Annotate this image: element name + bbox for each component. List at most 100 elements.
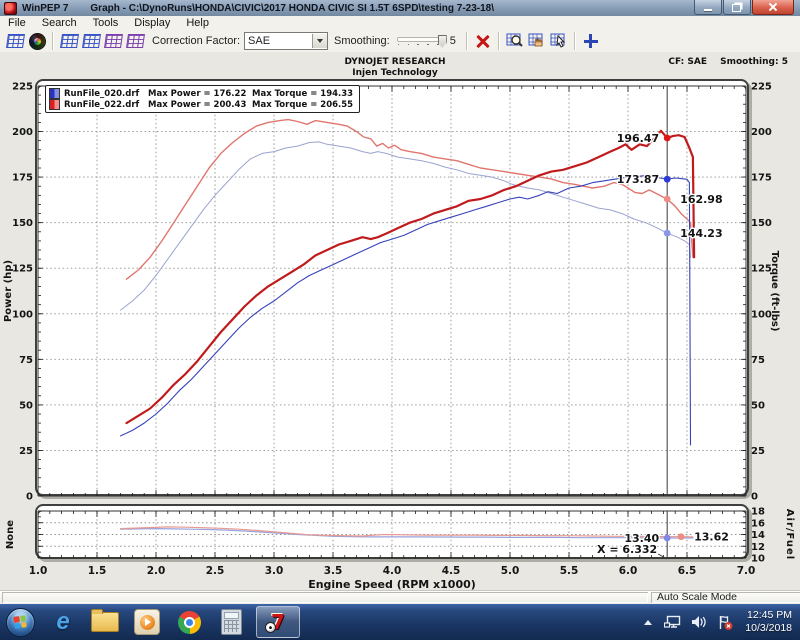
svg-text:125: 125 bbox=[12, 264, 33, 275]
svg-text:100: 100 bbox=[751, 309, 772, 320]
svg-text:225: 225 bbox=[12, 82, 33, 93]
svg-text:3.5: 3.5 bbox=[324, 565, 343, 577]
network-icon[interactable] bbox=[664, 615, 681, 629]
svg-text:10: 10 bbox=[751, 554, 765, 565]
new-graph-button[interactable] bbox=[58, 31, 80, 51]
status-panel-empty bbox=[2, 592, 648, 603]
menu-display[interactable]: Display bbox=[126, 16, 178, 30]
svg-text:225: 225 bbox=[751, 82, 772, 93]
svg-text:2.5: 2.5 bbox=[206, 565, 225, 577]
crosshair-cursor-button[interactable] bbox=[580, 31, 602, 51]
svg-text:5.0: 5.0 bbox=[501, 565, 520, 577]
svg-text:12: 12 bbox=[751, 542, 765, 553]
minimize-icon bbox=[704, 9, 712, 11]
svg-text:4.0: 4.0 bbox=[383, 565, 402, 577]
taskbar-calculator[interactable] bbox=[213, 607, 249, 637]
color-sphere-icon bbox=[29, 33, 46, 50]
legend-row-run022: RunFile_022.drf Max Power = 200.43 Max T… bbox=[49, 99, 353, 110]
dyno-header-line2: Injen Technology bbox=[0, 68, 790, 78]
air-fuel-chart[interactable] bbox=[35, 504, 749, 559]
combo-drop-button[interactable] bbox=[312, 34, 327, 48]
taskbar-media-player[interactable] bbox=[129, 607, 165, 637]
select-graph-button[interactable] bbox=[548, 31, 570, 51]
status-bar: Auto Scale Mode bbox=[0, 590, 800, 605]
tray-expand-icon[interactable] bbox=[644, 620, 652, 625]
power-torque-chart[interactable] bbox=[35, 79, 749, 496]
multi-graph-button[interactable] bbox=[124, 31, 146, 51]
internet-explorer-icon: e bbox=[56, 611, 69, 633]
clock-date: 10/3/2018 bbox=[745, 622, 792, 635]
taskbar-winpep-active[interactable]: 7 bbox=[256, 606, 300, 638]
svg-text:0: 0 bbox=[26, 492, 33, 503]
graph-multi-icon bbox=[126, 34, 145, 48]
toolbar-separator bbox=[498, 32, 500, 50]
svg-text:100: 100 bbox=[12, 309, 33, 320]
compare-graph-button[interactable] bbox=[102, 31, 124, 51]
zoom-graph-icon bbox=[506, 33, 524, 49]
menu-tools[interactable]: Tools bbox=[85, 16, 127, 30]
legend-swatch-1 bbox=[49, 99, 60, 110]
menu-file[interactable]: File bbox=[0, 16, 34, 30]
svg-text:50: 50 bbox=[19, 400, 33, 411]
taskbar-ie[interactable]: e bbox=[45, 607, 81, 637]
smoothing-label: Smoothing: bbox=[334, 35, 390, 47]
menu-bar: File Search Tools Display Help bbox=[0, 16, 800, 31]
graph-client-area: DYNOJET RESEARCH Injen Technology CF: SA… bbox=[0, 52, 800, 590]
legend-file: RunFile_020.drf bbox=[64, 89, 148, 99]
menu-search[interactable]: Search bbox=[34, 16, 85, 30]
minimize-button[interactable] bbox=[694, 0, 722, 15]
slider-thumb[interactable] bbox=[438, 35, 447, 48]
svg-text:175: 175 bbox=[12, 173, 33, 184]
close-button[interactable] bbox=[752, 0, 794, 15]
chevron-down-icon bbox=[317, 39, 323, 43]
action-center-flag-icon[interactable] bbox=[717, 615, 733, 630]
svg-text:16: 16 bbox=[751, 518, 765, 529]
clock-time: 12:45 PM bbox=[745, 609, 792, 622]
svg-text:25: 25 bbox=[751, 446, 765, 457]
svg-text:150: 150 bbox=[12, 218, 33, 229]
zoom-graph-button[interactable] bbox=[504, 31, 526, 51]
legend-max-power: Max Power = 176.22 bbox=[148, 89, 252, 99]
smoothing-readout: Smoothing: 5 bbox=[720, 57, 788, 67]
legend-max-torque: Max Torque = 206.55 bbox=[252, 100, 353, 110]
svg-text:150: 150 bbox=[751, 218, 772, 229]
svg-text:200: 200 bbox=[751, 127, 772, 138]
crosshair-icon bbox=[583, 33, 599, 49]
tray-clock[interactable]: 12:45 PM 10/3/2018 bbox=[745, 609, 792, 635]
svg-text:75: 75 bbox=[751, 355, 765, 366]
start-button[interactable] bbox=[6, 608, 35, 637]
svg-text:6.5: 6.5 bbox=[678, 565, 697, 577]
taskbar-explorer[interactable] bbox=[87, 607, 123, 637]
smoothing-slider[interactable] bbox=[397, 34, 447, 49]
remove-run-button[interactable] bbox=[472, 31, 494, 51]
legend-file: RunFile_022.drf bbox=[64, 100, 148, 110]
toolbar-separator bbox=[466, 32, 468, 50]
calculator-icon bbox=[221, 609, 242, 635]
legend-swatch-0 bbox=[49, 88, 60, 99]
svg-text:0: 0 bbox=[751, 492, 758, 503]
restore-button[interactable] bbox=[723, 0, 751, 15]
windows-flag-icon bbox=[13, 615, 27, 629]
color-sphere-button[interactable] bbox=[26, 31, 48, 51]
graph-overlay-icon bbox=[82, 34, 101, 48]
app-name: WinPEP 7 bbox=[22, 3, 68, 14]
svg-text:25: 25 bbox=[19, 446, 33, 457]
grid-view-button[interactable] bbox=[4, 31, 26, 51]
correction-factor-select[interactable]: SAE bbox=[244, 32, 328, 50]
legend-max-torque: Max Torque = 194.33 bbox=[252, 89, 353, 99]
chart-settings-readout: CF: SAE Smoothing: 5 bbox=[658, 57, 788, 67]
speaker-icon[interactable] bbox=[691, 615, 707, 629]
grid-icon bbox=[6, 34, 25, 48]
svg-text:Air/Fuel: Air/Fuel bbox=[784, 509, 795, 560]
graph-compare-icon bbox=[104, 34, 123, 48]
pan-graph-button[interactable] bbox=[526, 31, 548, 51]
svg-text:1.0: 1.0 bbox=[29, 565, 48, 577]
svg-text:18: 18 bbox=[751, 507, 765, 518]
slider-ticks bbox=[398, 44, 439, 46]
overlay-graph-button[interactable] bbox=[80, 31, 102, 51]
svg-text:1.5: 1.5 bbox=[88, 565, 107, 577]
svg-text:Power (hp): Power (hp) bbox=[3, 260, 14, 322]
menu-help[interactable]: Help bbox=[178, 16, 217, 30]
taskbar-chrome[interactable] bbox=[171, 607, 207, 637]
toolbar-separator bbox=[574, 32, 576, 50]
